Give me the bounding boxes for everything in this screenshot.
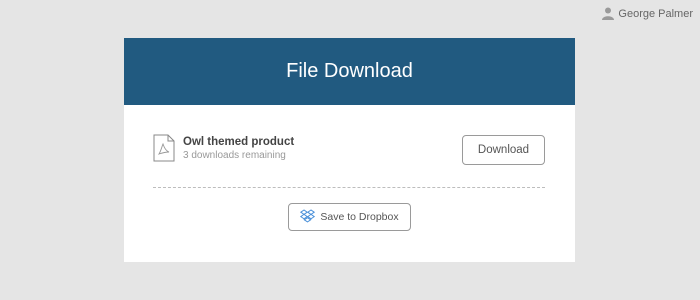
page-title: File Download — [286, 60, 413, 82]
card-header: File Download — [124, 38, 575, 105]
user-menu[interactable]: George Palmer — [602, 7, 693, 20]
user-name: George Palmer — [618, 7, 693, 20]
pdf-file-icon — [153, 134, 175, 162]
downloads-remaining: 3 downloads remaining — [183, 150, 286, 161]
download-button[interactable]: Download — [462, 135, 545, 165]
user-icon — [602, 7, 615, 20]
save-to-dropbox-button[interactable]: Save to Dropbox — [288, 203, 411, 231]
file-download-card: File Download Owl themed product 3 downl… — [124, 38, 575, 262]
save-to-dropbox-label: Save to Dropbox — [320, 211, 399, 223]
file-text: Owl themed product 3 downloads remaining — [183, 134, 294, 161]
dropbox-icon — [300, 208, 316, 226]
file-info: Owl themed product 3 downloads remaining — [153, 134, 294, 162]
file-name: Owl themed product — [183, 136, 295, 148]
divider — [153, 187, 545, 188]
